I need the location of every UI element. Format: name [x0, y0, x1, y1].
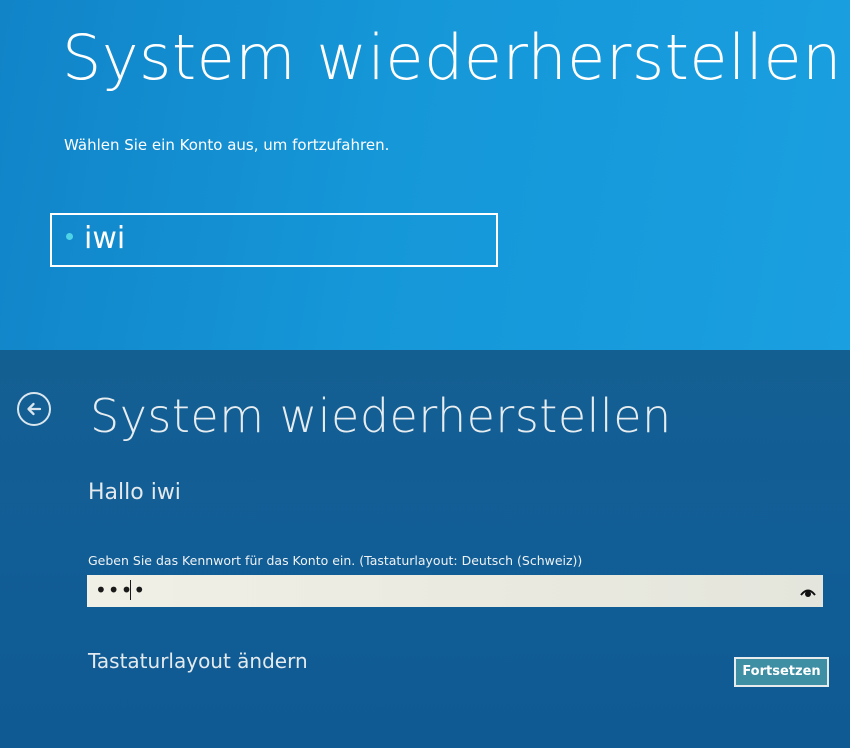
- account-tile-iwi[interactable]: iwi: [50, 213, 498, 267]
- reveal-password-button[interactable]: [799, 584, 817, 598]
- back-button[interactable]: [17, 392, 51, 426]
- password-prompt: Geben Sie das Kennwort für das Konto ein…: [88, 553, 583, 568]
- greeting: Hallo iwi: [88, 480, 181, 505]
- account-name: iwi: [84, 221, 126, 256]
- account-selection-panel: System wiederherstellen Wählen Sie ein K…: [0, 0, 850, 350]
- page-title: System wiederherstellen: [90, 389, 672, 443]
- page-title: System wiederherstellen: [62, 21, 842, 94]
- password-input[interactable]: ••••: [87, 575, 823, 607]
- selected-dot-icon: [66, 233, 73, 240]
- password-entry-panel: System wiederherstellen Hallo iwi Geben …: [0, 350, 850, 748]
- change-keyboard-layout-link[interactable]: Tastaturlayout ändern: [88, 649, 308, 673]
- eye-icon: [800, 589, 816, 597]
- password-mask: ••••: [95, 578, 147, 602]
- back-arrow-icon: [27, 402, 42, 416]
- continue-button[interactable]: Fortsetzen: [734, 657, 829, 687]
- page-subtitle: Wählen Sie ein Konto aus, um fortzufahre…: [64, 136, 390, 154]
- text-cursor: [130, 580, 131, 600]
